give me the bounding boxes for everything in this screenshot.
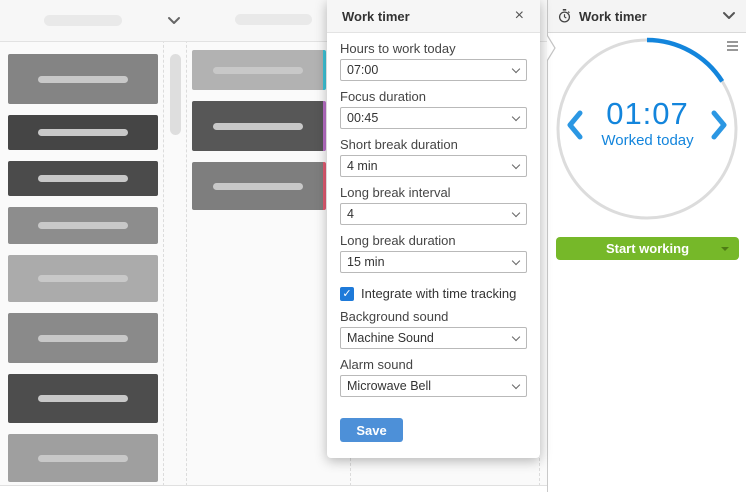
save-button[interactable]: Save <box>340 418 403 442</box>
stopwatch-icon <box>558 9 571 23</box>
start-working-button[interactable]: Start working <box>556 237 739 260</box>
long-break-duration-select[interactable]: 15 min <box>340 251 527 273</box>
field-long-break-duration: Long break duration 15 min <box>340 234 527 273</box>
hours-to-work-select[interactable]: 07:00 <box>340 59 527 81</box>
close-icon[interactable]: × <box>511 6 528 26</box>
checkbox-checked-icon[interactable]: ✓ <box>340 286 354 301</box>
task-card[interactable] <box>8 255 158 302</box>
scrollbar-thumb[interactable] <box>170 54 181 135</box>
field-label: Long break interval <box>340 185 451 200</box>
dialog-title: Work timer <box>342 8 410 24</box>
card-text-placeholder <box>38 275 128 282</box>
background-sound-select[interactable]: Machine Sound <box>340 327 527 349</box>
task-card[interactable] <box>8 54 158 104</box>
field-long-break-interval: Long break interval 4 <box>340 186 527 225</box>
task-card[interactable] <box>8 207 158 244</box>
field-focus-duration: Focus duration 00:45 <box>340 90 527 129</box>
field-hours-to-work: Hours to work today 07:00 <box>340 42 527 81</box>
card-text-placeholder <box>38 75 128 83</box>
card-text-placeholder <box>38 334 128 342</box>
app-window: Work timer × Hours to work today 07:00 F… <box>0 0 746 492</box>
field-label: Focus duration <box>340 89 426 104</box>
integrate-time-tracking-checkbox[interactable]: ✓ Integrate with time tracking <box>340 286 527 301</box>
focus-duration-select[interactable]: 00:45 <box>340 107 527 129</box>
field-alarm-sound: Alarm sound Microwave Bell <box>340 358 527 397</box>
checkbox-label: Integrate with time tracking <box>361 286 517 301</box>
card-text-placeholder <box>38 175 128 182</box>
task-column-middle <box>192 42 326 221</box>
card-text-placeholder <box>38 395 128 402</box>
task-card[interactable] <box>8 374 158 423</box>
dialog-header: Work timer × <box>327 0 540 33</box>
task-card[interactable] <box>8 115 158 150</box>
task-card[interactable] <box>192 101 326 151</box>
panel-collapse-handle-icon[interactable] <box>547 34 557 62</box>
task-card[interactable] <box>8 434 158 482</box>
next-icon[interactable] <box>708 109 730 141</box>
start-working-label: Start working <box>605 241 690 256</box>
card-text-placeholder <box>38 222 128 229</box>
caret-down-icon[interactable] <box>721 247 729 251</box>
field-short-break-duration: Short break duration 4 min <box>340 138 527 177</box>
short-break-duration-select[interactable]: 4 min <box>340 155 527 177</box>
field-background-sound: Background sound Machine Sound <box>340 310 527 349</box>
field-label: Alarm sound <box>340 357 413 372</box>
card-text-placeholder <box>38 129 128 136</box>
work-timer-settings-dialog: Work timer × Hours to work today 07:00 F… <box>327 0 540 458</box>
column-title-placeholder <box>44 15 122 26</box>
chevron-down-icon[interactable] <box>722 11 736 21</box>
field-label: Long break duration <box>340 233 456 248</box>
panel-title: Work timer <box>579 8 647 24</box>
task-card[interactable] <box>8 161 158 196</box>
task-card[interactable] <box>8 313 158 363</box>
field-label: Short break duration <box>340 137 458 152</box>
card-text-placeholder <box>212 122 303 130</box>
long-break-interval-select[interactable]: 4 <box>340 203 527 225</box>
alarm-sound-select[interactable]: Microwave Bell <box>340 375 527 397</box>
task-column-left <box>8 42 158 492</box>
column-title-placeholder <box>235 14 312 25</box>
card-text-placeholder <box>212 182 303 190</box>
task-card[interactable] <box>192 50 326 90</box>
card-text-placeholder <box>38 454 128 462</box>
board-footer <box>0 486 547 492</box>
dialog-body: Hours to work today 07:00 Focus duration… <box>327 42 540 442</box>
column-separator <box>163 0 164 486</box>
chevron-down-icon[interactable] <box>167 16 181 26</box>
panel-header[interactable]: Work timer <box>548 0 746 33</box>
field-label: Hours to work today <box>340 41 456 56</box>
task-card[interactable] <box>192 162 326 210</box>
column-separator <box>186 0 187 486</box>
card-text-placeholder <box>212 66 303 74</box>
field-label: Background sound <box>340 309 449 324</box>
previous-icon[interactable] <box>564 109 586 141</box>
work-timer-panel: Work timer 01:07 Worked today Start work… <box>547 0 746 492</box>
